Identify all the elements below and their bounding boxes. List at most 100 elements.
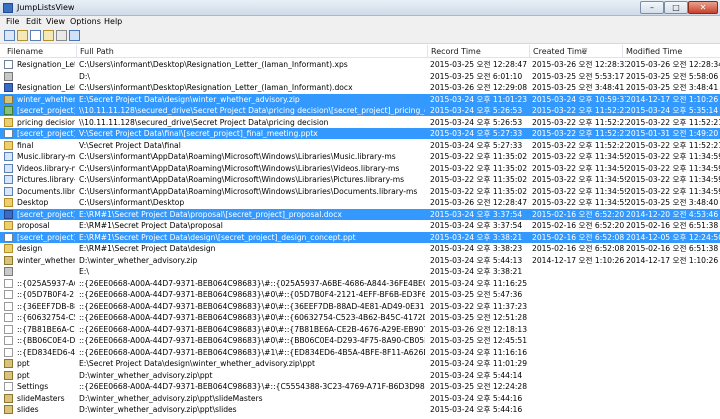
- col-record-time[interactable]: Record Time: [431, 47, 481, 56]
- table-row[interactable]: ::{60632754-C5...::{26EE0668-A00A-44D7-9…: [0, 312, 720, 323]
- cell-filename: ::{36EEF7DB-88...: [17, 301, 75, 311]
- cell-fullpath: C:\Users\informant\Desktop: [79, 198, 185, 207]
- cell-modified-time: 2015-03-25 오전 3:48:40: [626, 198, 719, 207]
- find-icon[interactable]: [69, 30, 80, 41]
- network-file-icon: [4, 106, 13, 115]
- table-row[interactable]: Documents.librar... C:\Users\informant\Ap…: [0, 186, 720, 197]
- table-row[interactable]: Resignation_Letter... C:\Users\informant\…: [0, 82, 720, 93]
- cell-fullpath: D:\winter_whether_advisory.zip\ppt: [79, 370, 213, 380]
- cell-record-time: 2015-03-24 오후 11:16:25: [430, 278, 528, 288]
- folder-icon: [4, 198, 13, 207]
- cell-modified-time: 2014-12-17 오전 1:10:26: [626, 255, 719, 265]
- refresh-icon[interactable]: [56, 30, 67, 41]
- cell-filename: proposal: [17, 221, 50, 230]
- table-row[interactable]: slides D:\winter_whether_advisory.zip\ppt…: [0, 404, 720, 415]
- cell-filename: ::{05D7B0F4-21...: [17, 290, 75, 299]
- cell-modified-time: 2015-03-22 오후 11:52:21: [626, 140, 720, 150]
- cell-record-time: 2015-03-24 오후 5:44:14: [430, 370, 523, 380]
- cell-created-time: 2015-03-22 오후 11:34:59: [532, 175, 626, 184]
- cell-filename: ppt: [17, 359, 30, 368]
- column-divider[interactable]: [622, 45, 623, 58]
- zip-archive-icon: [4, 359, 13, 368]
- table-row[interactable]: proposal E:\RM#1\Secret Project Data\prop…: [0, 220, 720, 231]
- cell-fullpath: D:\: [79, 71, 90, 81]
- table-row[interactable]: Resignation_Letter... C:\Users\informant\…: [0, 59, 720, 70]
- menu-options[interactable]: Options: [70, 17, 101, 26]
- cell-created-time: 2015-03-22 오후 11:52:21: [532, 106, 626, 115]
- col-modified-time[interactable]: Modified Time: [626, 47, 682, 56]
- blank-file-icon: [4, 347, 13, 357]
- copy-icon[interactable]: [30, 30, 41, 41]
- column-header: Filename Full Path Record Time Created T…: [0, 45, 720, 58]
- table-row[interactable]: ::{025A5937-A6...::{26EE0668-A00A-44D7-9…: [0, 278, 720, 289]
- save-icon[interactable]: [4, 30, 15, 41]
- table-row[interactable]: winter_whether_... E:\Secret Project Data…: [0, 93, 720, 105]
- close-button[interactable]: ✕: [688, 1, 718, 14]
- table-row[interactable]: winter_whether_... D:\winter_whether_advi…: [0, 255, 720, 266]
- table-row[interactable]: Pictures.library-... C:\Users\informant\A…: [0, 174, 720, 185]
- cell-record-time: 2015-03-24 오후 3:37:54: [430, 221, 523, 230]
- cell-fullpath: ::{26EE0668-A00A-44D7-9371-BEB064C98683}…: [79, 336, 425, 345]
- menu-edit[interactable]: Edit: [26, 17, 42, 26]
- table-row[interactable]: E:\ 2015-03-24 오후 3:38:21: [0, 266, 720, 277]
- table-row[interactable]: ::{36EEF7DB-88...::{26EE0668-A00A-44D7-9…: [0, 301, 720, 312]
- cell-filename: ::{7B81BE6A-CE...: [17, 324, 75, 334]
- menu-file[interactable]: File: [6, 17, 19, 26]
- column-divider[interactable]: [529, 45, 530, 58]
- cell-fullpath: E:\Secret Project Data\design\winter_whe…: [79, 359, 315, 368]
- table-row[interactable]: ::{7B81BE6A-CE...::{26EE0668-A00A-44D7-9…: [0, 324, 720, 335]
- sort-descending-icon: ▽: [582, 47, 588, 55]
- cell-filename: Desktop: [17, 198, 49, 207]
- cell-record-time: 2015-03-22 오후 11:35:02: [430, 175, 528, 184]
- cell-fullpath: C:\Users\informant\AppData\Roaming\Micro…: [79, 186, 418, 196]
- table-row[interactable]: [secret_project]... E:\RM#1\Secret Projec…: [0, 208, 720, 220]
- zip-archive-icon: [4, 393, 13, 403]
- minimize-button[interactable]: –: [640, 1, 664, 14]
- html-report-icon[interactable]: [43, 30, 54, 41]
- table-row[interactable]: ppt D:\winter_whether_advisory.zip\ppt 201…: [0, 370, 720, 381]
- table-row[interactable]: Settings::{26EE0668-A00A-44D7-9371-BEB06…: [0, 381, 720, 392]
- menu-help[interactable]: Help: [104, 17, 122, 26]
- table-row[interactable]: ppt E:\Secret Project Data\design\winter_…: [0, 358, 720, 369]
- cell-modified-time: 2014-12-17 오전 1:10:26: [626, 94, 719, 104]
- table-row[interactable]: design E:\RM#1\Secret Project Data\design…: [0, 243, 720, 254]
- table-row[interactable]: ::{BB06C0E4-D2...::{26EE0668-A00A-44D7-9…: [0, 335, 720, 346]
- cell-record-time: 2015-03-22 오후 11:35:02: [430, 152, 528, 161]
- blank-file-icon: [4, 324, 13, 334]
- table-row[interactable]: D:\ 2015-03-25 오전 6:01:10 2015-03-25 오전 5:…: [0, 71, 720, 82]
- window-title: JumpListsView: [17, 3, 75, 12]
- column-divider[interactable]: [76, 45, 77, 58]
- table-row[interactable]: [secret_project]... \\10.11.11.128\secure…: [0, 105, 720, 116]
- cell-created-time: 2015-03-25 오전 5:53:17: [532, 71, 625, 81]
- cell-fullpath: ::{26EE0668-A00A-44D7-9371-BEB064C98683}…: [79, 301, 425, 311]
- col-fullpath[interactable]: Full Path: [80, 47, 114, 56]
- word-document-icon: [4, 209, 13, 219]
- table-row[interactable]: ::{05D7B0F4-21...::{26EE0668-A00A-44D7-9…: [0, 289, 720, 300]
- column-divider[interactable]: [427, 45, 428, 58]
- table-row[interactable]: Desktop C:\Users\informant\Desktop 2015-03…: [0, 197, 720, 208]
- library-icon: [4, 175, 13, 184]
- cell-filename: Settings: [17, 382, 49, 391]
- table-row[interactable]: Music.library-ms C:\Users\informant\AppDa…: [0, 151, 720, 162]
- cell-record-time: 2015-03-26 오전 12:28:47: [430, 198, 528, 207]
- document-icon: [4, 129, 13, 138]
- maximize-button[interactable]: □: [664, 1, 688, 14]
- table-row[interactable]: pricing decision \\10.11.11.128\secured_d…: [0, 117, 720, 128]
- menu-view[interactable]: View: [46, 17, 65, 26]
- col-filename[interactable]: Filename: [7, 47, 43, 56]
- table-row[interactable]: final V:\Secret Project Data\final 2015-03…: [0, 140, 720, 151]
- table-row[interactable]: ::{ED834ED6-48...::{26EE0668-A00A-44D7-9…: [0, 347, 720, 358]
- table-row[interactable]: [secret_project]... E:\RM#1\Secret Projec…: [0, 231, 720, 243]
- table-row[interactable]: slideMasters D:\winter_whether_advisory.z…: [0, 393, 720, 404]
- col-created-time[interactable]: Created Time: [533, 47, 587, 56]
- properties-icon[interactable]: [17, 30, 28, 41]
- cell-fullpath: C:\Users\informant\AppData\Roaming\Micro…: [79, 152, 396, 161]
- table-row[interactable]: Videos.library-ms C:\Users\informant\AppD…: [0, 163, 720, 174]
- table-row[interactable]: [secret_project]... V:\Secret Project Dat…: [0, 128, 720, 139]
- zip-archive-icon: [4, 405, 13, 414]
- cell-fullpath: D:\winter_whether_advisory.zip: [79, 255, 198, 265]
- cell-fullpath: \\10.11.11.128\secured_drive\Secret Proj…: [79, 117, 329, 127]
- zip-archive-icon: [4, 255, 13, 265]
- cell-fullpath: D:\winter_whether_advisory.zip\ppt\slide…: [79, 393, 263, 403]
- cell-modified-time: 2015-03-22 오후 11:34:59: [626, 175, 720, 184]
